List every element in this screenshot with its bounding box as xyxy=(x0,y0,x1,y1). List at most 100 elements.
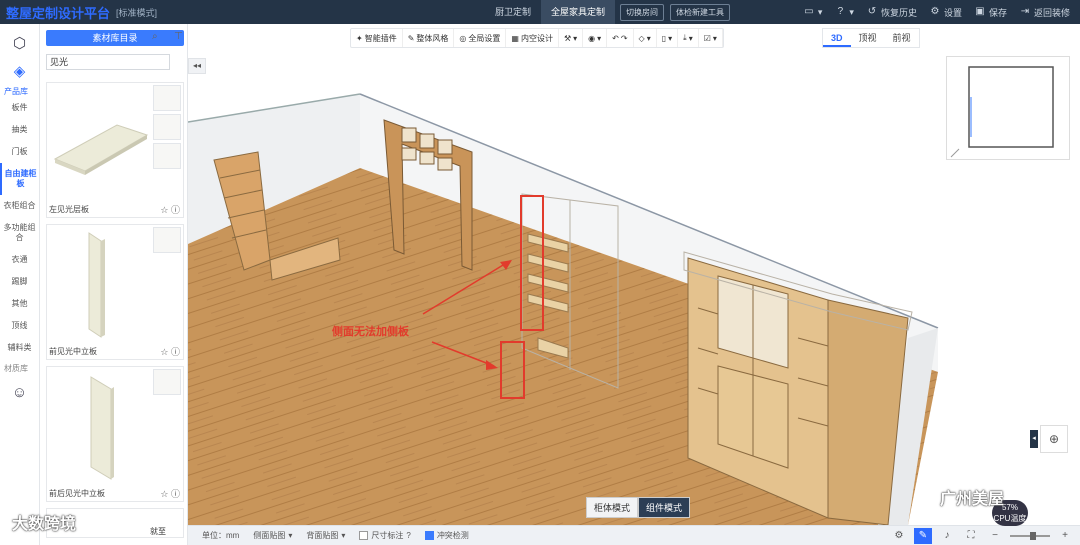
status-label: 背面贴图 xyxy=(306,531,339,540)
rail-item-free-cabinet[interactable]: 自由建柜板 xyxy=(0,163,39,195)
catalog-button[interactable]: 素材库目录 xyxy=(46,30,184,46)
check-tool-button[interactable]: 体检新建工具 xyxy=(670,4,730,21)
zoom-icon: ⊕ xyxy=(1048,432,1060,446)
watermark: 大数跨境 xyxy=(12,516,77,533)
filter-icon[interactable]: ⊤ xyxy=(174,31,183,42)
search-input[interactable]: 见光 xyxy=(46,54,170,70)
tab-kitchen[interactable]: 厨卫定制 xyxy=(485,0,541,24)
rail-item-kick[interactable]: 踢脚 xyxy=(0,271,39,293)
settings-button[interactable]: ⚙ 设置 xyxy=(929,6,962,19)
file-menu-button[interactable]: ▭ ▾ xyxy=(803,6,822,18)
info-icon[interactable]: ⓘ xyxy=(171,347,180,357)
rail-item-other[interactable]: 其他 xyxy=(0,293,39,315)
tab-whole-house[interactable]: 全屋家具定制 xyxy=(541,0,616,24)
collapse-panel-button[interactable]: ◂◂ xyxy=(188,58,206,74)
rail-item-panels[interactable]: 板件 xyxy=(0,97,39,119)
thumb-option[interactable] xyxy=(153,85,181,111)
rail-item-crown[interactable]: 顶线 xyxy=(0,315,39,337)
cabinet-mode-button[interactable]: 柜体模式 xyxy=(586,497,639,518)
chevron-down-icon: ▾ xyxy=(668,33,673,43)
exit-icon: ⇥ xyxy=(1020,6,1030,17)
rail-item-doors[interactable]: 门板 xyxy=(0,141,39,163)
view-tabs: 3D 顶视 前视 xyxy=(822,28,920,48)
export-menu-button[interactable]: ⤓ ▾ xyxy=(678,29,699,47)
zoom-slider[interactable] xyxy=(1010,532,1050,540)
style-button[interactable]: ✎ 整体风格 xyxy=(403,29,455,47)
material-card[interactable]: 前见光中立板 ☆ ⓘ xyxy=(46,224,184,360)
material-card[interactable]: 左见光层板 ☆ ⓘ xyxy=(46,82,184,218)
product-library-icon[interactable]: ◈ xyxy=(0,62,39,80)
design-toolbar: ✦ 智能插件 ✎ 整体风格 ◎ 全局设置 ▦ 内空设计 ⚒ ▾ ◉ ▾ ↶ ↷ ◇ ▾ ▯ ▾ ⤓… xyxy=(350,28,724,48)
rail-item-accessories[interactable]: 辅料类 xyxy=(0,337,39,359)
tab-top-view[interactable]: 顶视 xyxy=(851,29,885,47)
gear-icon[interactable]: ⚙ xyxy=(890,528,908,544)
history-button[interactable]: ↺ 恢复历史 xyxy=(866,6,917,19)
exit-label: 返回装修 xyxy=(1033,7,1070,18)
rail-head-products[interactable]: 产品库 xyxy=(0,86,39,97)
mic-icon[interactable]: ♪ xyxy=(938,528,956,544)
mode-switch: 柜体模式 组件模式 xyxy=(586,497,691,518)
tab-front-view[interactable]: 前视 xyxy=(885,29,919,47)
material-card[interactable]: 前后见光中立板 ☆ ⓘ xyxy=(46,366,184,502)
layout-menu-button[interactable]: ▯ ▾ xyxy=(657,29,679,47)
info-icon[interactable]: ⓘ xyxy=(171,489,180,499)
eraser-menu-button[interactable]: ◇ ▾ xyxy=(634,29,657,47)
top-buttons: 切换房间 体检新建工具 xyxy=(620,4,730,21)
back-texture-select[interactable]: 背面贴图 ▾ xyxy=(306,530,345,541)
thumb-option[interactable] xyxy=(153,227,181,253)
rail-item-wardrobe[interactable]: 衣柜组合 xyxy=(0,195,39,217)
rail-head-materials[interactable]: 材质库 xyxy=(0,363,39,374)
zoom-search-button[interactable]: ⊕ xyxy=(1040,425,1068,453)
thumb-option[interactable] xyxy=(153,114,181,140)
panel-thumbnail xyxy=(90,376,114,480)
side-texture-select[interactable]: 侧面贴图 ▾ xyxy=(253,530,292,541)
tools-menu-button[interactable]: ⚒ ▾ xyxy=(559,29,584,47)
help-menu-button[interactable]: ? ▾ xyxy=(834,6,854,18)
star-icon[interactable]: ☆ xyxy=(160,205,168,215)
save-button[interactable]: ▣ 保存 xyxy=(974,6,1007,19)
search-icon[interactable]: ⌕ xyxy=(152,31,158,42)
layout-icon: ▯ xyxy=(661,33,667,43)
zoom-out-icon[interactable]: − xyxy=(986,528,1004,544)
fit-icon[interactable]: ⛶ xyxy=(962,528,980,544)
view-menu-button[interactable]: ◉ ▾ xyxy=(583,29,608,47)
dimension-toggle[interactable]: 尺寸标注? xyxy=(359,530,411,541)
undo-button[interactable]: ↶ ↷ xyxy=(607,29,634,47)
tab-3d[interactable]: 3D xyxy=(823,29,851,47)
settings-label: 设置 xyxy=(943,7,962,18)
star-icon[interactable]: ☆ xyxy=(160,347,168,357)
rail-item-rods[interactable]: 衣通 xyxy=(0,249,39,271)
minimap[interactable] xyxy=(946,56,1070,160)
panel-footer[interactable]: 就至 xyxy=(150,526,166,537)
user-icon[interactable]: ☺ xyxy=(0,384,39,401)
info-icon[interactable]: ⓘ xyxy=(171,205,180,215)
exit-button[interactable]: ⇥ 返回装修 xyxy=(1019,6,1070,19)
dimension-checkbox[interactable] xyxy=(359,531,369,540)
top-tabs: 厨卫定制 全屋家具定制 xyxy=(485,0,616,24)
side-panel-handle[interactable]: ◂ xyxy=(1030,430,1038,448)
toolbar-label: 整体风格 xyxy=(416,33,449,43)
global-settings-button[interactable]: ◎ 全局设置 xyxy=(454,29,507,47)
card-name: 前见光中立板 xyxy=(49,347,97,356)
help-icon: ? xyxy=(837,6,844,17)
collision-toggle[interactable]: 冲突检测 xyxy=(424,530,469,541)
star-icon[interactable]: ☆ xyxy=(160,489,168,499)
thumb-option[interactable] xyxy=(153,369,181,395)
switch-room-button[interactable]: 切换房间 xyxy=(620,4,664,21)
cube-icon[interactable]: ⬡ xyxy=(0,34,39,52)
rail-item-drawers[interactable]: 抽类 xyxy=(0,119,39,141)
minimap-plan xyxy=(950,66,1054,158)
collision-checkbox[interactable] xyxy=(424,531,434,540)
interior-design-button[interactable]: ▦ 内空设计 xyxy=(506,29,559,47)
toolbar-label: 智能插件 xyxy=(364,33,397,43)
wand-icon: ✦ xyxy=(356,33,363,43)
panel-thumbnail xyxy=(88,232,105,338)
thumb-option[interactable] xyxy=(153,143,181,169)
smart-plugin-button[interactable]: ✦ 智能插件 xyxy=(351,29,403,47)
component-mode-button[interactable]: 组件模式 xyxy=(638,497,691,518)
pen-icon[interactable]: ✎ xyxy=(914,528,932,544)
zoom-in-icon[interactable]: + xyxy=(1056,528,1074,544)
checklist-menu-button[interactable]: ☑ ▾ xyxy=(699,29,723,47)
zoom-thumb[interactable] xyxy=(1030,532,1036,540)
rail-item-multi[interactable]: 多功能组合 xyxy=(0,217,39,249)
